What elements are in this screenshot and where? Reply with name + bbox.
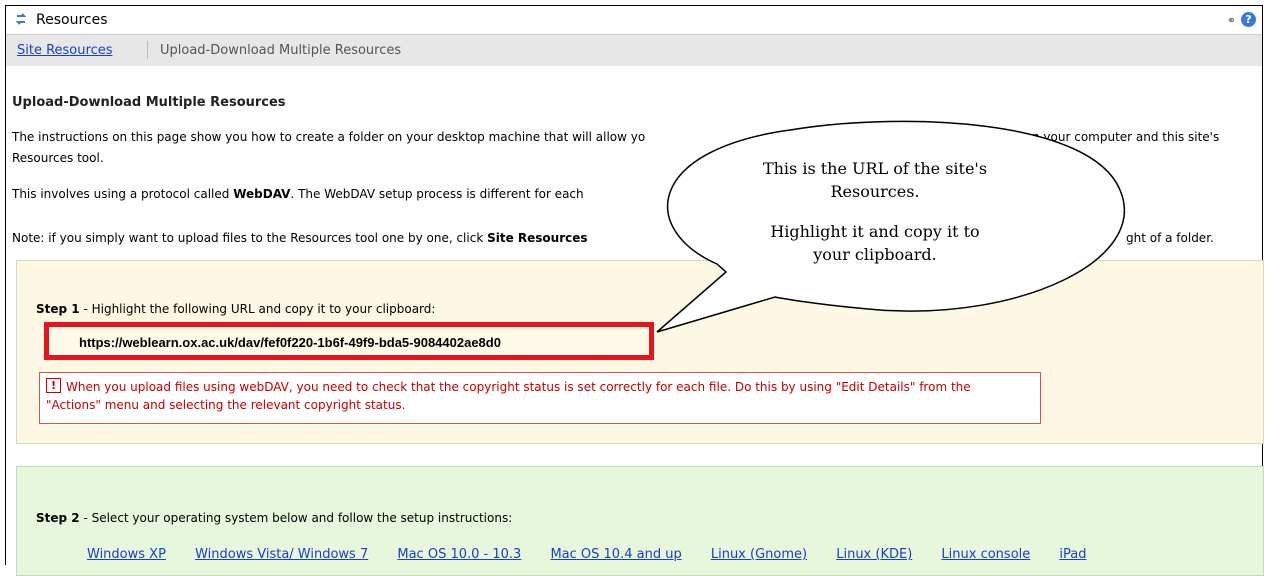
callout-text-top: This is the URL of the site's Resources.	[715, 157, 1035, 203]
callout-line4: your clipboard.	[813, 245, 937, 264]
webdav-text: This involves using a protocol called We…	[12, 187, 584, 201]
callout-line1: This is the URL of the site's	[762, 159, 988, 178]
copyright-warning: ! When you upload files using webDAV, yo…	[39, 372, 1041, 424]
intro-text-end: n your computer and this site's	[1032, 130, 1220, 144]
webdav-url[interactable]: https://weblearn.ox.ac.uk/dav/fef0f220-1…	[79, 335, 501, 350]
step1-label: Step 1 - Highlight the following URL and…	[36, 302, 435, 316]
step1-label-rest: - Highlight the following URL and copy i…	[79, 302, 436, 316]
intro-text-start: The instructions on this page show you h…	[12, 130, 646, 144]
warning-text: When you upload files using webDAV, you …	[46, 380, 971, 412]
link-icon[interactable]: ⚭	[1227, 14, 1236, 27]
page-heading: Upload-Download Multiple Resources	[12, 95, 286, 110]
intro-text-line2: Resources tool.	[12, 151, 104, 165]
step1-label-bold: Step 1	[36, 302, 80, 316]
help-icon[interactable]: ?	[1241, 12, 1256, 27]
refresh-icon[interactable]	[14, 12, 28, 26]
url-highlight-box: https://weblearn.ox.ac.uk/dav/fef0f220-1…	[44, 322, 654, 360]
note-text-prefix: Note: if you simply want to upload files…	[12, 231, 488, 245]
callout-line3: Highlight it and copy it to	[770, 222, 980, 241]
panel-title: Resources	[36, 12, 108, 28]
note-text-bold: Site Resources	[487, 231, 588, 245]
intro-text-line1: The instructions on this page show you h…	[12, 130, 1219, 144]
step2-label-rest: - Select your operating system below and…	[79, 511, 513, 525]
callout-text-bottom: Highlight it and copy it to your clipboa…	[715, 220, 1035, 266]
resources-panel: Resources ⚭ ? Site Resources Upload-Down…	[5, 5, 1264, 576]
step2-label-bold: Step 2	[36, 511, 80, 525]
callout-line2: Resources.	[830, 182, 920, 201]
nav-divider	[147, 41, 148, 59]
note-text-end: ght of a folder.	[1126, 231, 1214, 245]
breadcrumb-bar: Site Resources Upload-Download Multiple …	[6, 35, 1262, 66]
webdav-text-rest: . The WebDAV setup process is different …	[290, 187, 584, 201]
webdav-text-prefix: This involves using a protocol called	[12, 187, 234, 201]
webdav-text-bold: WebDAV	[233, 187, 291, 201]
note-text: Note: if you simply want to upload files…	[12, 231, 588, 245]
panel-titlebar: Resources ⚭ ?	[6, 6, 1262, 35]
nav-current-page: Upload-Download Multiple Resources	[160, 43, 402, 58]
step2-label: Step 2 - Select your operating system be…	[36, 511, 512, 525]
nav-site-resources-link[interactable]: Site Resources	[17, 43, 112, 58]
step1-panel: Step 1 - Highlight the following URL and…	[16, 260, 1264, 444]
